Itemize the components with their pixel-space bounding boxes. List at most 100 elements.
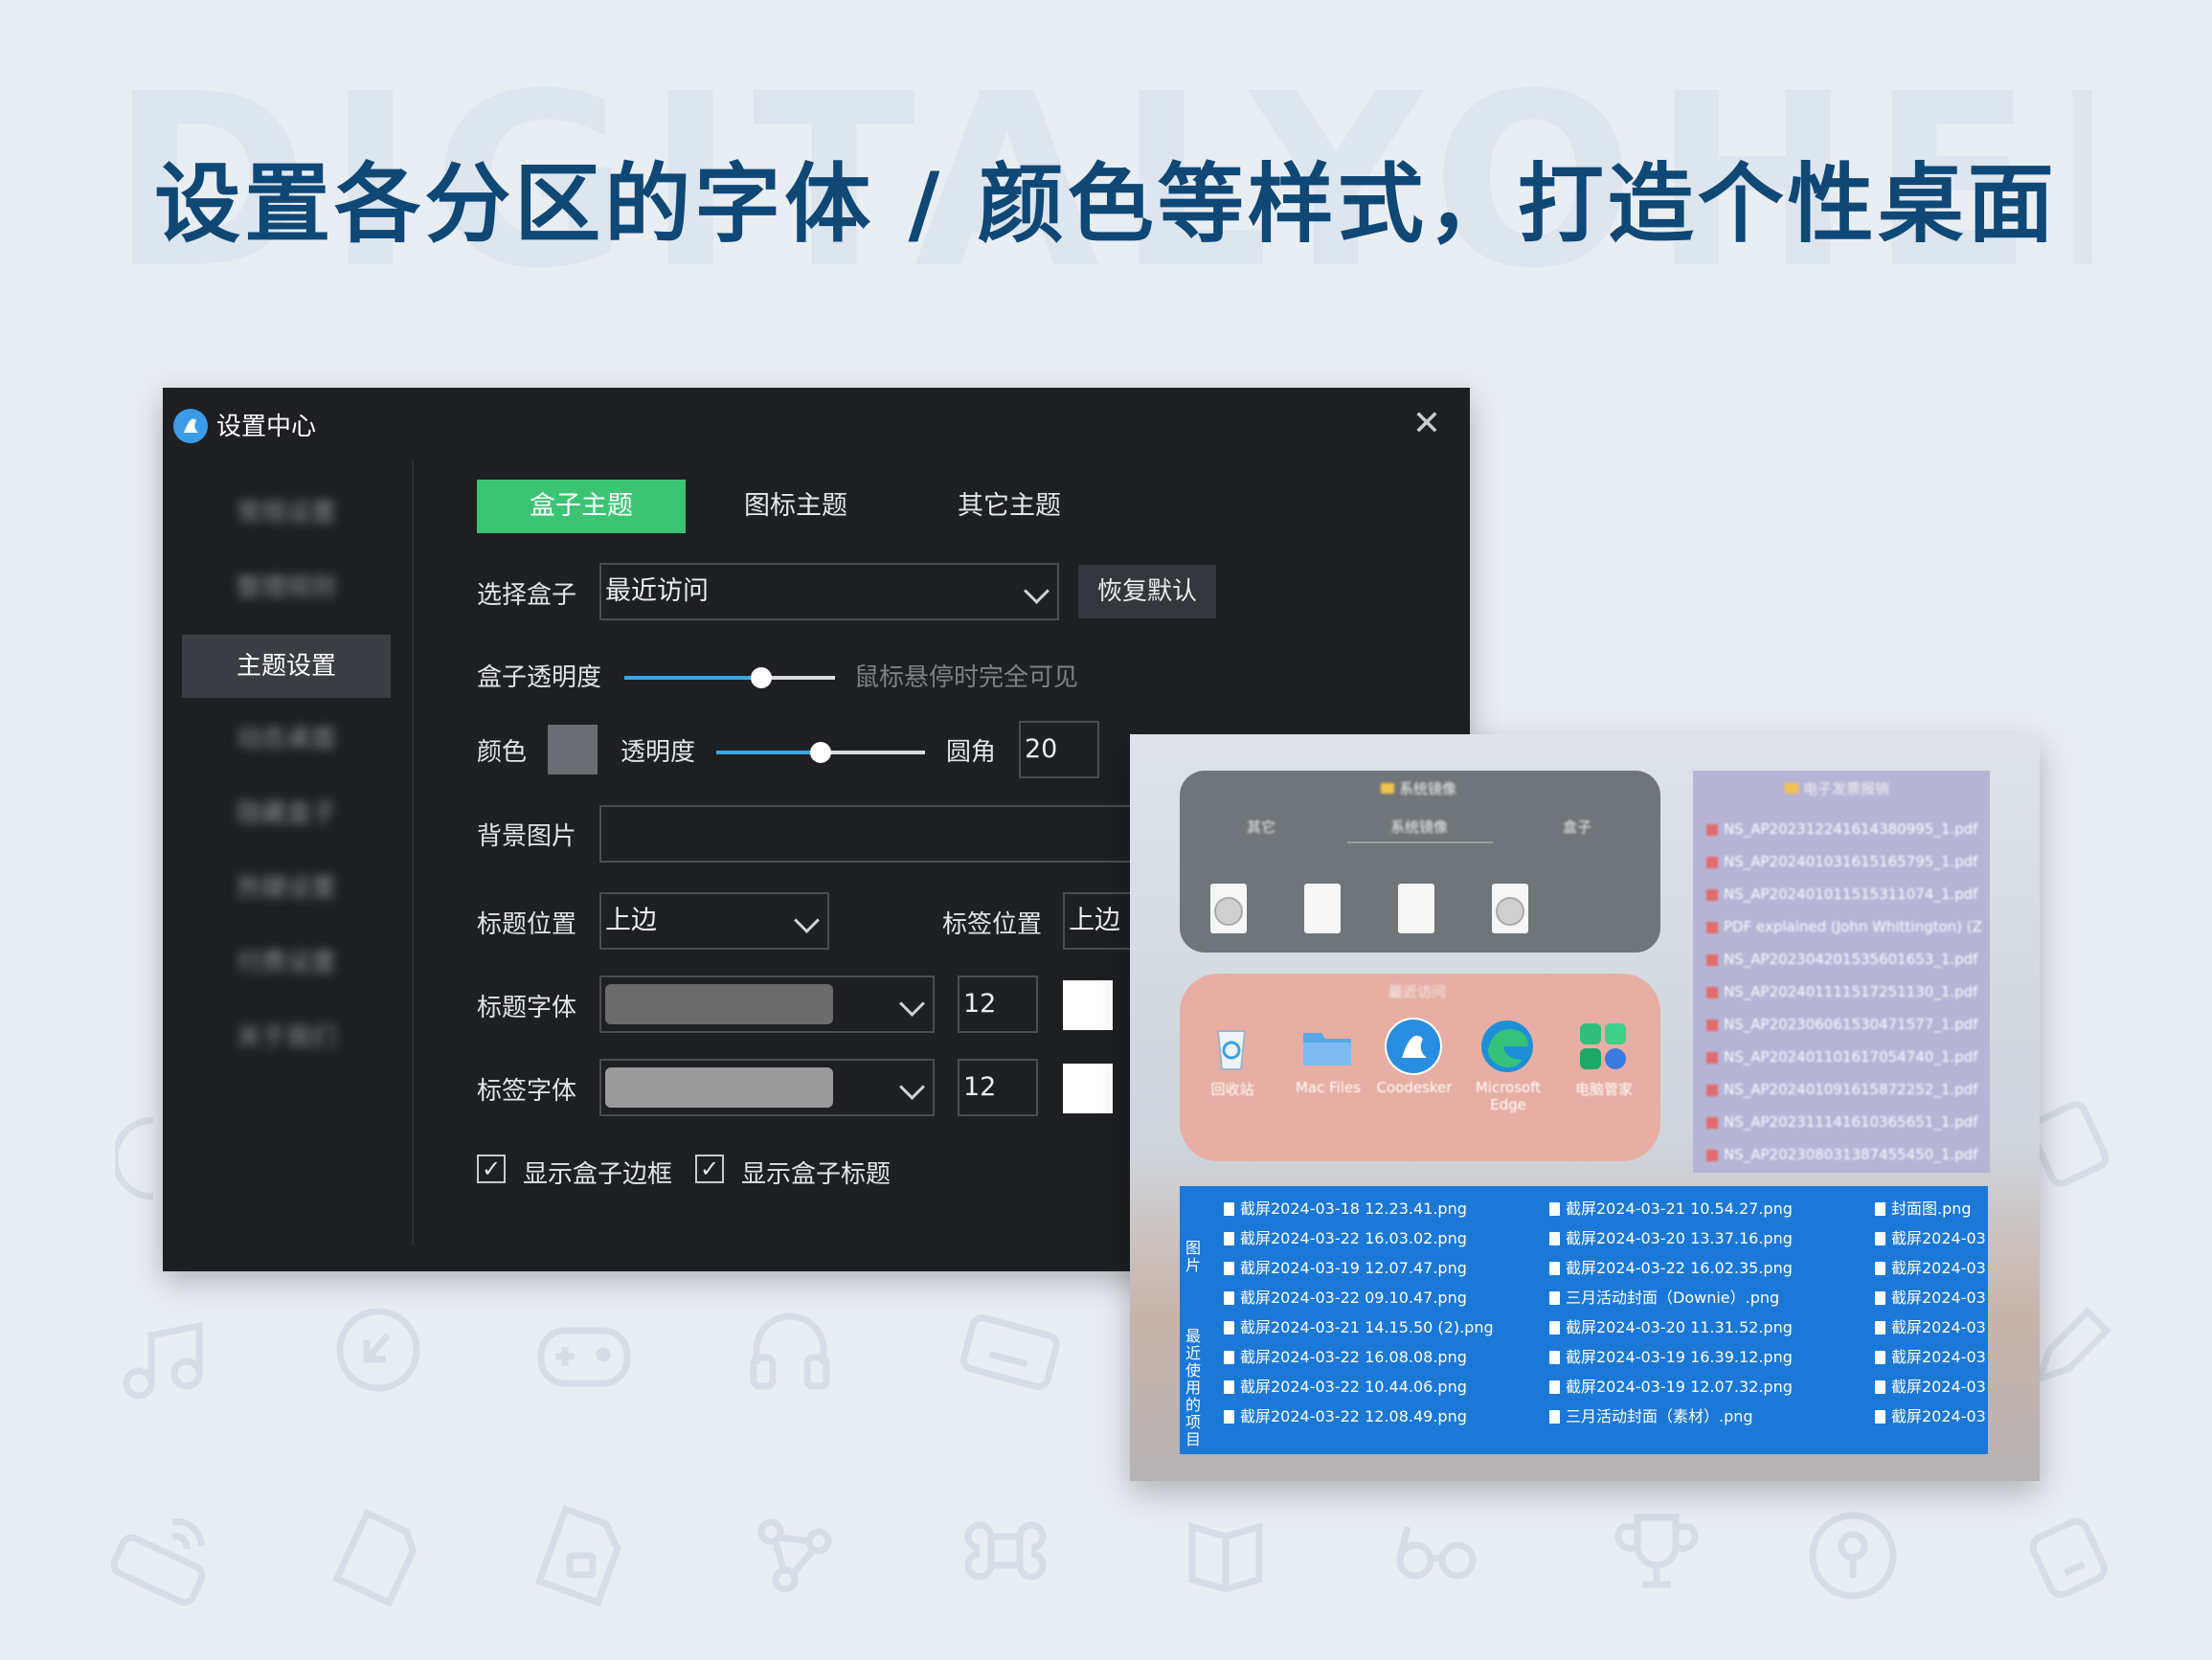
list-item[interactable]: 截屏2024-03 [1875, 1403, 1986, 1426]
list-item[interactable]: 截屏2024-03 [1875, 1314, 1986, 1337]
list-item[interactable]: 封面图.png [1875, 1196, 1972, 1219]
desktop-box-recent[interactable]: 最近访问 回收站 Mac Files Coodesker Microsoft E… [1180, 974, 1660, 1161]
box-tab-pictures[interactable]: 图片 [1184, 1240, 1203, 1274]
sidebar-item-theme[interactable]: 主题设置 [182, 635, 391, 698]
box-tab-box[interactable]: 盒子 [1563, 817, 1591, 837]
title-font-dropdown[interactable] [599, 976, 935, 1033]
list-item[interactable]: 截屏2024-03-22 12.08.49.png [1224, 1403, 1467, 1426]
close-icon[interactable]: ✕ [1412, 407, 1441, 441]
list-item[interactable]: 截屏2024-03 [1875, 1344, 1986, 1367]
list-item[interactable]: 截屏2024-03-22 10.44.06.png [1224, 1374, 1467, 1397]
pdf-icon [1706, 1149, 1718, 1161]
lock-file-icon [534, 1504, 621, 1607]
title-position-dropdown[interactable]: 上边 [599, 892, 829, 950]
list-item[interactable]: 截屏2024-03-21 10.54.27.png [1549, 1196, 1793, 1219]
edge-browser-icon[interactable] [1478, 1018, 1536, 1075]
list-item[interactable]: NS_AP202312241614380995_1.pdf [1706, 820, 1977, 838]
desktop-box-invoices[interactable]: 电子发票报销 NS_AP202312241614380995_1.pdf NS_… [1693, 771, 1990, 1173]
color-label: 颜色 [477, 738, 528, 767]
sidebar-item-rules[interactable]: 整理规则 [182, 556, 391, 619]
list-item[interactable]: NS_AP202401111517251130_1.pdf [1706, 983, 1977, 1000]
box-tab-other[interactable]: 其它 [1247, 817, 1275, 837]
sidebar-item-hidden-box[interactable]: 隐藏盒子 [182, 782, 391, 845]
corner-radius-input[interactable]: 20 [1019, 721, 1099, 778]
recycle-bin-label: 回收站 [1210, 1081, 1254, 1098]
list-item[interactable]: 截屏2024-03-20 13.37.16.png [1549, 1225, 1793, 1248]
tab-other-theme[interactable]: 其它主题 [905, 480, 1114, 533]
list-item[interactable]: NS_AP202401031615165795_1.pdf [1706, 853, 1977, 870]
pdf-icon [1706, 1116, 1718, 1129]
tab-icon-theme[interactable]: 图标主题 [691, 480, 900, 533]
box-color-swatch[interactable] [548, 725, 598, 774]
music-note-icon [123, 1321, 203, 1400]
select-box-dropdown[interactable]: 最近访问 [599, 563, 1059, 620]
desktop-box-recent-files[interactable]: 图片 最近使用的项目 截屏2024-03-18 12.23.41.png 截屏2… [1180, 1186, 1988, 1454]
sidebar-item-hotkeys[interactable]: 热键设置 [182, 857, 391, 920]
sidebar-item-dynamic-desktop[interactable]: 动态桌面 [182, 707, 391, 771]
list-item[interactable]: NS_AP202306061530471577_1.pdf [1706, 1016, 1977, 1033]
list-item[interactable]: 截屏2024-03-19 12.07.32.png [1549, 1374, 1793, 1397]
list-item[interactable]: 截屏2024-03-22 16.03.02.png [1224, 1225, 1467, 1248]
list-item[interactable]: 三月活动封面（Downie）.png [1549, 1285, 1779, 1308]
list-item[interactable]: 截屏2024-03-22 09.10.47.png [1224, 1285, 1467, 1308]
box-opacity-slider-knob[interactable] [751, 667, 772, 688]
list-item[interactable]: NS_AP202304201535601653_1.pdf [1706, 951, 1977, 968]
box-tab-recent-items[interactable]: 最近使用的项目 [1184, 1328, 1203, 1448]
list-item[interactable]: 截屏2024-03-19 16.39.12.png [1549, 1344, 1793, 1367]
sd-card-icon [332, 1509, 418, 1607]
list-item[interactable]: 截屏2024-03-22 16.02.35.png [1549, 1255, 1793, 1278]
list-item[interactable]: NS_AP202308031387455450_1.pdf [1706, 1146, 1977, 1163]
list-item[interactable]: 截屏2024-03 [1875, 1255, 1986, 1278]
list-item[interactable]: 截屏2024-03-22 16.08.08.png [1224, 1344, 1467, 1367]
box-tab-system-image[interactable]: 系统镜像 [1390, 817, 1448, 837]
glasses-icon [1396, 1526, 1477, 1580]
list-item[interactable]: 截屏2024-03-21 14.15.50 (2).png [1224, 1314, 1494, 1337]
list-item[interactable]: 截屏2024-03-20 11.31.52.png [1549, 1314, 1793, 1337]
list-item[interactable]: NS_AP202401011515311074_1.pdf [1706, 886, 1977, 903]
file-icon[interactable] [1304, 884, 1341, 933]
disc-image-file-icon[interactable] [1210, 884, 1247, 933]
sidebar-item-general[interactable]: 常规设置 [182, 482, 391, 545]
list-item[interactable]: NS_AP202311141610365651_1.pdf [1706, 1113, 1977, 1131]
folder-icon[interactable] [1298, 1018, 1356, 1075]
show-title-checkbox[interactable]: ✓ [695, 1155, 724, 1183]
pdf-icon [1706, 986, 1718, 998]
window-titlebar: 设置中心 ✕ [163, 388, 1470, 460]
list-item[interactable]: 截屏2024-03 [1875, 1374, 1986, 1397]
show-border-checkbox[interactable]: ✓ [477, 1155, 506, 1183]
reset-default-button[interactable]: 恢复默认 [1078, 565, 1216, 618]
trophy-icon [1614, 1514, 1699, 1588]
list-item[interactable]: 截屏2024-03 [1875, 1285, 1986, 1308]
tag-font-color-swatch[interactable] [1063, 1064, 1113, 1113]
list-item[interactable]: 三月活动封面（素材）.png [1549, 1403, 1753, 1426]
pc-manager-icon[interactable] [1574, 1018, 1632, 1075]
active-tab-underline [1347, 841, 1493, 843]
list-item[interactable]: 截屏2024-03-18 12.23.41.png [1224, 1196, 1467, 1219]
recycle-bin-icon[interactable] [1203, 1018, 1260, 1075]
list-item[interactable]: NS_AP202401101617054740_1.pdf [1706, 1048, 1977, 1066]
desktop-preview: 系统镜像 其它 系统镜像 盒子 最近访问 回收站 Mac Files Coode… [1130, 734, 2040, 1481]
tab-box-theme[interactable]: 盒子主题 [477, 480, 686, 533]
command-key-icon [964, 1521, 1047, 1581]
sidebar-item-about[interactable]: 关于我们 [182, 1006, 391, 1069]
file-icon [1224, 1202, 1234, 1216]
tag-font-size-input[interactable]: 12 [958, 1059, 1038, 1116]
list-item[interactable]: 截屏2024-03-19 12.07.47.png [1224, 1255, 1467, 1278]
tag-font-dropdown[interactable] [599, 1059, 935, 1116]
pdf-icon [1706, 921, 1718, 933]
file-icon [1875, 1291, 1885, 1305]
list-item[interactable]: NS_AP202401091615872252_1.pdf [1706, 1081, 1977, 1098]
title-font-size-input[interactable]: 12 [958, 976, 1038, 1033]
list-item[interactable]: PDF explained (John Whittington) (Z [1706, 918, 1982, 935]
title-font-color-swatch[interactable] [1063, 980, 1113, 1030]
gamepad-icon [537, 1327, 631, 1387]
disc-image-file-icon[interactable] [1492, 884, 1528, 933]
desktop-box-system-image[interactable]: 系统镜像 其它 系统镜像 盒子 [1180, 771, 1660, 953]
sidebar-item-payment[interactable]: 付费设置 [182, 931, 391, 995]
file-icon[interactable] [1398, 884, 1434, 933]
opacity-label: 透明度 [621, 738, 696, 767]
color-opacity-slider-knob[interactable] [810, 742, 831, 763]
coodesker-app-icon[interactable] [1385, 1018, 1442, 1075]
list-item[interactable]: 截屏2024-03 [1875, 1225, 1986, 1248]
corner-radius-label: 圆角 [946, 738, 997, 767]
